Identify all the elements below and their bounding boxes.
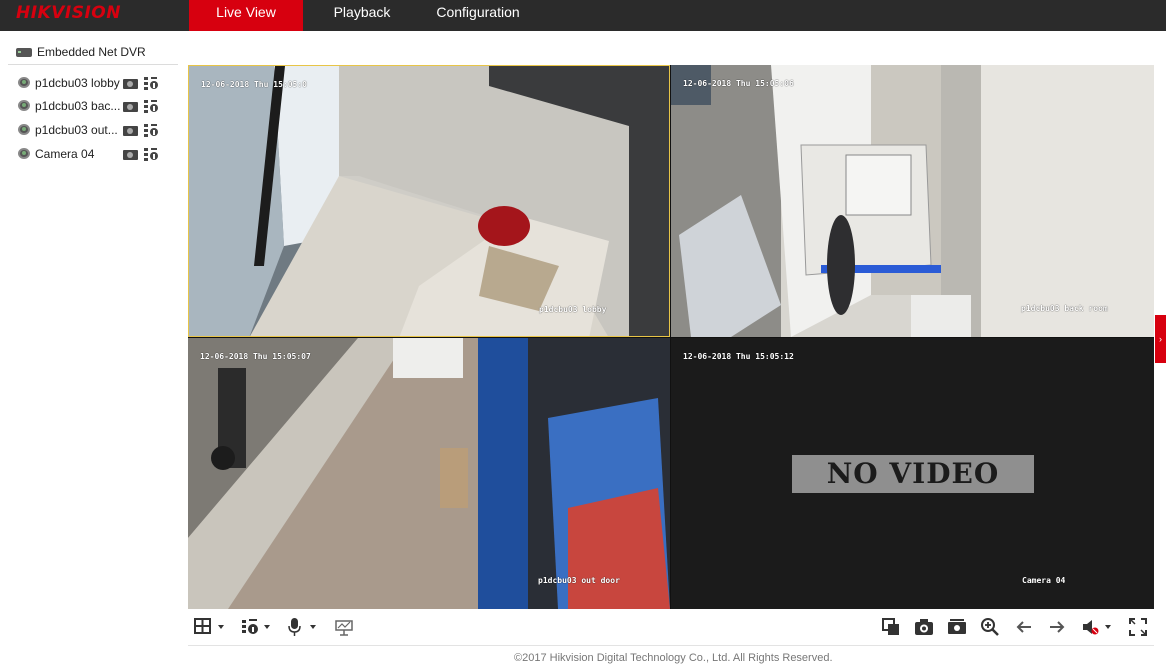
live-view-grid: 12-06-2018 Thu 15:05:0 p1dcbu03 lobby 12… — [188, 65, 1154, 609]
osd-channel-name: p1dcbu03 lobby — [539, 305, 607, 314]
record-icon[interactable] — [123, 102, 138, 112]
device-tree-root[interactable]: Embedded Net DVR — [8, 43, 178, 65]
tab-playback[interactable]: Playback — [322, 0, 402, 31]
audio-muted-icon[interactable] — [1081, 617, 1115, 637]
capture-icon[interactable] — [914, 617, 934, 637]
osd-timestamp: 12-06-2018 Thu 15:05:12 — [683, 352, 794, 361]
camera-icon — [18, 124, 30, 135]
tab-configuration[interactable]: Configuration — [428, 0, 528, 31]
dvr-icon — [16, 48, 32, 57]
fullscreen-icon[interactable] — [1128, 617, 1148, 637]
record-icon[interactable] — [123, 126, 138, 136]
camera-name: p1dcbu03 out... — [35, 123, 118, 137]
camera-list-item[interactable]: Camera 04 — [16, 144, 176, 164]
video-frame-out-door — [188, 338, 670, 609]
osd-channel-name: Camera 04 — [1022, 576, 1066, 585]
top-navigation-bar: HIKVISION Live View Playback Configurati… — [0, 0, 1166, 31]
ptz-icon[interactable] — [143, 147, 159, 162]
expand-panel-handle[interactable]: › — [1155, 315, 1166, 363]
copyright-footer: ©2017 Hikvision Digital Technology Co., … — [514, 652, 833, 664]
stop-all-icon[interactable] — [881, 617, 901, 637]
record-icon[interactable] — [123, 150, 138, 160]
ptz-icon[interactable] — [143, 123, 159, 138]
camera-icon — [18, 148, 30, 159]
camera-list-item[interactable]: p1dcbu03 lobby — [16, 73, 176, 93]
window-layout-icon[interactable] — [194, 617, 228, 637]
osd-channel-name: p1dcbu03 out door — [538, 576, 620, 585]
tab-live-view[interactable]: Live View — [189, 0, 303, 31]
video-tile-lobby[interactable]: 12-06-2018 Thu 15:05:0 p1dcbu03 lobby — [188, 65, 670, 337]
camera-name: Camera 04 — [35, 147, 95, 161]
map-icon[interactable] — [334, 617, 354, 637]
brand-logo: HIKVISION — [16, 3, 121, 23]
video-tile-out-door[interactable]: 12-06-2018 Thu 15:05:07 p1dcbu03 out doo… — [188, 338, 670, 609]
record-icon[interactable] — [123, 79, 138, 89]
microphone-icon[interactable] — [286, 617, 320, 637]
no-video-label: NO VIDEO — [792, 455, 1034, 493]
digital-zoom-icon[interactable] — [980, 617, 1000, 637]
video-tile-back-room[interactable]: 12-06-2018 Thu 15:05:06 p1dcbu03 back ro… — [671, 65, 1154, 337]
record-icon[interactable] — [947, 617, 967, 637]
camera-list-item[interactable]: p1dcbu03 out... — [16, 120, 176, 140]
device-name: Embedded Net DVR — [37, 45, 146, 59]
live-view-toolbar — [188, 610, 1154, 646]
video-frame-lobby — [189, 66, 669, 336]
video-tile-camera-04[interactable]: 12-06-2018 Thu 15:05:12 NO VIDEO Camera … — [671, 338, 1154, 609]
osd-timestamp: 12-06-2018 Thu 15:05:0 — [201, 80, 307, 89]
osd-channel-name: p1dcbu03 back room — [1021, 304, 1108, 313]
channel-sidebar: Embedded Net DVR p1dcbu03 lobby p1dcbu03… — [0, 31, 182, 660]
osd-timestamp: 12-06-2018 Thu 15:05:06 — [683, 79, 794, 88]
ptz-icon[interactable] — [143, 76, 159, 91]
osd-timestamp: 12-06-2018 Thu 15:05:07 — [200, 352, 311, 361]
camera-name: p1dcbu03 bac... — [35, 99, 121, 113]
camera-icon — [18, 77, 30, 88]
next-page-icon[interactable] — [1047, 617, 1067, 637]
ptz-icon[interactable] — [143, 99, 159, 114]
ptz-control-icon[interactable] — [240, 617, 274, 637]
video-frame-back-room — [671, 65, 1154, 337]
previous-page-icon[interactable] — [1014, 617, 1034, 637]
camera-name: p1dcbu03 lobby — [35, 76, 120, 90]
camera-icon — [18, 100, 30, 111]
camera-list-item[interactable]: p1dcbu03 bac... — [16, 96, 176, 116]
